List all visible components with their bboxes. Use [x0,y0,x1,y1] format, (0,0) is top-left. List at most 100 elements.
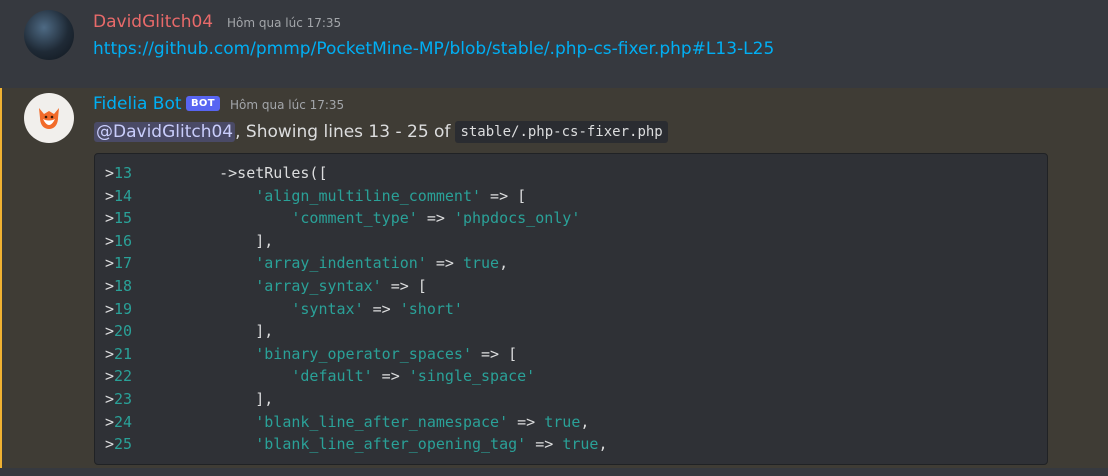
line-number-value: 25 [114,435,133,454]
line-number: >24 [105,411,183,434]
code-keyword: true [462,254,500,273]
bot-badge: BOT [186,96,220,111]
line-number: >23 [105,388,183,411]
timestamp[interactable]: Hôm qua lúc 17:35 [227,16,341,30]
fox-logo-icon [39,108,59,129]
line-number-value: 13 [114,164,133,182]
line-number: >15 [105,207,183,230]
line-prefix: > [105,254,115,273]
code-punct: ], [255,389,274,408]
line-prefix: > [105,344,115,363]
github-link[interactable]: https://github.com/pmmp/PocketMine-MP/bl… [93,39,774,59]
bot-avatar[interactable] [24,93,74,143]
code-punct: => [426,254,463,273]
line-number-value: 17 [114,254,133,273]
code-keyword: true [562,435,599,454]
line-prefix: > [105,412,115,431]
line-number-value: 21 [114,344,133,363]
code-punct: => [417,209,454,228]
code-punct: ], [255,322,274,341]
code-block: >13 ->setRules([ >14 'align_multiline_com… [94,153,1048,465]
code-line: >23 ], [105,388,1047,411]
code-string: 'blank_line_after_opening_tag' [255,435,527,454]
user-mention[interactable]: @DavidGlitch04 [94,122,236,142]
code-line: >18 'array_syntax' => [ [105,275,1047,298]
line-number-value: 16 [114,231,133,250]
code-line: >20 ], [105,320,1047,343]
code-line: >14 'align_multiline_comment' => [ [105,185,1047,208]
message-fidelia-bot: Fidelia Bot BOT Hôm qua lúc 17:35 @David… [0,88,1108,468]
line-number: >22 [105,365,183,388]
code-string: 'blank_line_after_namespace' [255,412,509,431]
line-prefix: > [105,209,115,228]
code-line: >19 'syntax' => 'short' [105,298,1047,321]
code-line: >17 'array_indentation' => true, [105,252,1047,275]
code-line: >22 'default' => 'single_space' [105,365,1047,388]
code-string: 'align_multiline_comment' [255,186,482,205]
message-content: @DavidGlitch04 , Showing lines 13 - 25 o… [94,121,668,143]
line-number-value: 18 [114,276,133,295]
line-number-value: 14 [114,186,133,205]
line-number: >14 [105,185,183,208]
code-string: 'default' [291,367,373,386]
line-prefix: > [105,186,115,205]
code-line: >21 'binary_operator_spaces' => [ [105,343,1047,366]
timestamp[interactable]: Hôm qua lúc 17:35 [230,98,344,112]
code-line: >25 'blank_line_after_opening_tag' => tr… [105,433,1047,456]
code-punct: , [499,254,509,273]
code-string: 'comment_type' [291,209,418,228]
code-line: >16 ], [105,230,1047,253]
line-number: >18 [105,275,183,298]
line-number-value: 19 [114,299,133,318]
code-string: 'phpdocs_only' [453,209,581,228]
line-number: >17 [105,252,183,275]
line-prefix: > [105,322,115,341]
code-string: 'short' [399,299,463,318]
code-string: 'array_indentation' [255,254,427,273]
code-punct: => [508,412,545,431]
code-line: >24 'blank_line_after_namespace' => true… [105,411,1047,434]
line-number: >13 [105,162,183,185]
code-punct: => [ [472,344,518,363]
code-punct: , [598,435,608,454]
code-punct: => [ [381,276,427,295]
code-punct: ->setRules([ [219,164,328,182]
message-text: , Showing lines 13 - 25 of [235,122,451,142]
user-avatar[interactable] [24,10,74,60]
code-string: 'single_space' [408,367,536,386]
line-number-value: 22 [114,367,133,386]
code-punct: => [372,367,409,386]
inline-code-filename: stable/.php-cs-fixer.php [455,121,668,143]
line-prefix: > [105,435,115,454]
code-keyword: true [544,412,581,431]
code-string: 'binary_operator_spaces' [255,344,472,363]
author-name[interactable]: DavidGlitch04 [93,12,213,32]
line-number: >20 [105,320,183,343]
line-prefix: > [105,164,115,182]
line-prefix: > [105,276,115,295]
line-number-value: 15 [114,209,133,228]
line-number: >21 [105,343,183,366]
code-punct: ], [255,231,274,250]
author-name[interactable]: Fidelia Bot [93,94,182,114]
line-number: >25 [105,433,183,456]
line-number: >19 [105,298,183,321]
line-number-value: 23 [114,389,133,408]
line-prefix: > [105,231,115,250]
code-punct: => [363,299,400,318]
line-prefix: > [105,389,115,408]
code-line: >15 'comment_type' => 'phpdocs_only' [105,207,1047,230]
code-string: 'syntax' [291,299,364,318]
code-punct: => [526,435,563,454]
